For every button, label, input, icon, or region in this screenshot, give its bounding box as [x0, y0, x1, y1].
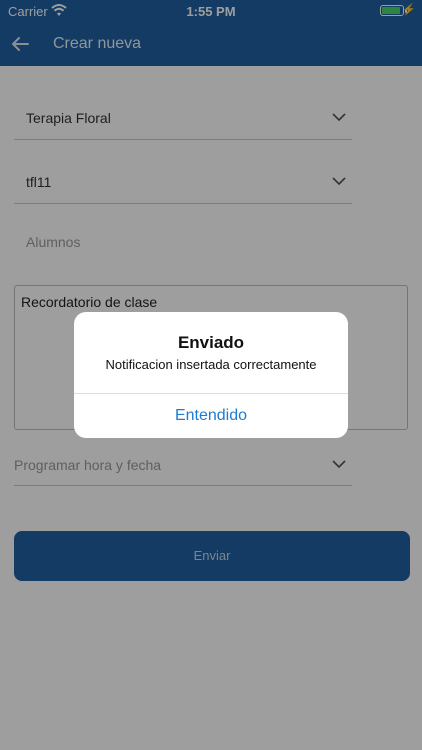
alert-ok-button[interactable]: Entendido: [74, 394, 348, 438]
alert-title: Enviado: [177, 333, 245, 352]
alert-message: Notificacion insertada correctamente: [105, 357, 317, 372]
alert-dialog: Enviado Notificacion insertada correctam…: [74, 312, 348, 438]
